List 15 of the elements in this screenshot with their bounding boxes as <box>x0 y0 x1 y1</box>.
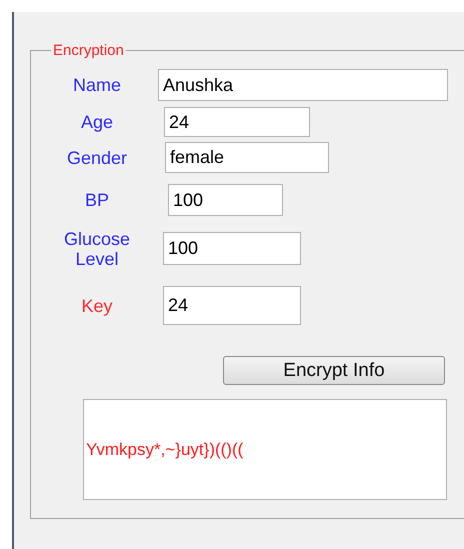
field-label: Key <box>80 296 114 316</box>
input-field[interactable]: 24 <box>163 286 301 325</box>
input-field[interactable]: 100 <box>163 232 301 265</box>
encrypt-info-button[interactable]: Encrypt Info <box>223 356 445 385</box>
field-label: Glucose Level <box>62 228 132 268</box>
panel-title: Encryption <box>51 42 126 59</box>
field-label: BP <box>84 190 110 210</box>
input-field[interactable]: female <box>165 142 329 173</box>
encrypted-text: Yvmkpsy*,~}uyt})(()(( <box>85 440 244 460</box>
input-field[interactable]: 24 <box>164 107 310 137</box>
input-field[interactable]: Anushka <box>158 69 448 101</box>
field-label: Age <box>80 112 114 132</box>
field-label: Gender <box>66 148 128 168</box>
input-field[interactable]: 100 <box>168 184 283 216</box>
field-label: Name <box>72 75 122 95</box>
